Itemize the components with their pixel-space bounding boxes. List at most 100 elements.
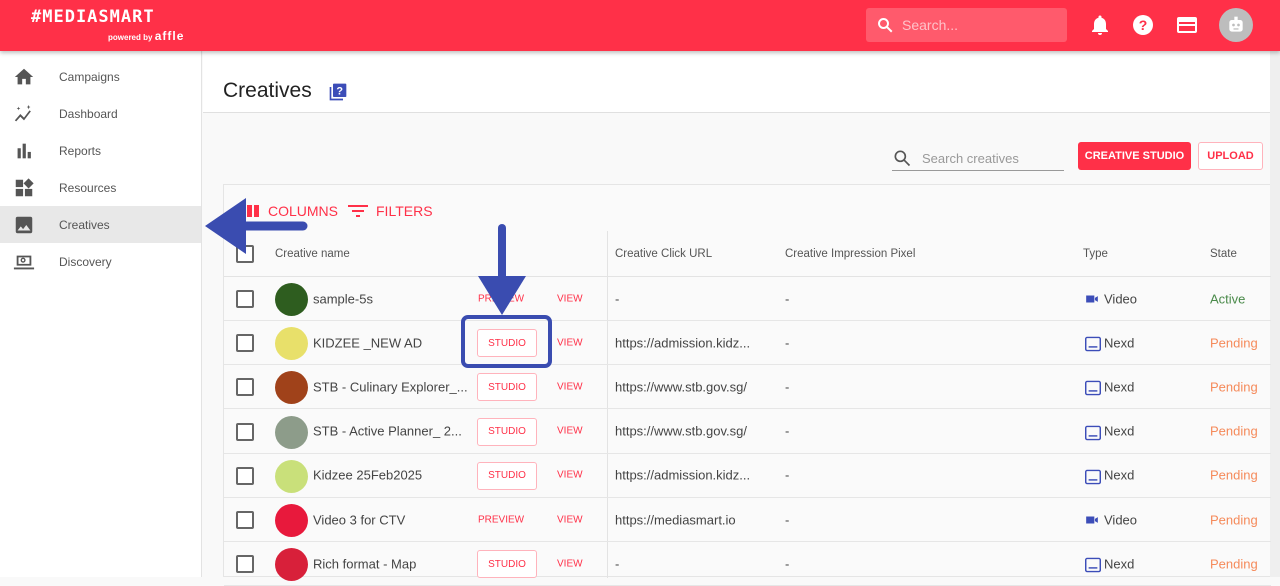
credit-card-icon[interactable] xyxy=(1175,13,1199,37)
table-row[interactable]: Kidzee 25Feb2025 STUDIO VIEW https://adm… xyxy=(224,454,1271,498)
page-header: Creatives ? xyxy=(203,51,1270,113)
svg-text:?: ? xyxy=(1139,17,1148,33)
filters-label: FILTERS xyxy=(376,203,433,219)
studio-button[interactable]: STUDIO xyxy=(477,417,537,446)
col-impression-pixel[interactable]: Creative Impression Pixel xyxy=(785,248,915,260)
creative-search[interactable] xyxy=(892,146,1064,171)
bell-icon[interactable] xyxy=(1088,13,1112,37)
impression-pixel: - xyxy=(785,423,790,439)
avatar[interactable] xyxy=(1219,8,1253,42)
display-icon xyxy=(1085,469,1101,485)
scrollbar-track[interactable] xyxy=(1270,51,1280,577)
view-link[interactable]: VIEW xyxy=(557,514,583,525)
table-row[interactable]: STB - Culinary Explorer_... STUDIO VIEW … xyxy=(224,365,1271,410)
row-checkbox[interactable] xyxy=(236,290,254,308)
impression-pixel: - xyxy=(785,379,790,395)
filters-button[interactable]: FILTERS xyxy=(348,203,433,219)
table-row[interactable]: KIDZEE _NEW AD STUDIO VIEW https://admis… xyxy=(224,321,1271,366)
click-url: https://www.stb.gov.sg/ xyxy=(615,379,747,395)
columns-label: COLUMNS xyxy=(268,203,339,219)
home-icon xyxy=(14,68,34,84)
row-checkbox[interactable] xyxy=(236,422,254,441)
creative-studio-button[interactable]: CREATIVE STUDIO xyxy=(1078,142,1191,170)
row-checkbox[interactable] xyxy=(236,555,254,574)
state-badge: Pending xyxy=(1210,556,1258,572)
col-click-url[interactable]: Creative Click URL xyxy=(615,248,712,260)
table-row[interactable]: Video 3 for CTV PREVIEW VIEW https://med… xyxy=(224,498,1271,542)
creative-name[interactable]: Rich format - Map xyxy=(313,556,416,571)
creative-type: Video xyxy=(1104,291,1138,306)
view-link[interactable]: VIEW xyxy=(557,426,583,437)
col-type[interactable]: Type xyxy=(1083,248,1108,260)
impression-pixel: - xyxy=(785,291,790,306)
creative-type: Video xyxy=(1104,512,1138,527)
col-creative-name[interactable]: Creative name xyxy=(275,248,350,260)
sidebar-item-reports[interactable]: Reports xyxy=(0,132,201,169)
global-search-input[interactable] xyxy=(902,17,1052,33)
select-all-checkbox[interactable] xyxy=(236,245,254,263)
top-header: #MEDIASMART powered by affle ? xyxy=(0,0,1280,51)
creative-name[interactable]: STB - Culinary Explorer_... xyxy=(313,379,468,394)
upload-button[interactable]: UPLOAD xyxy=(1198,142,1263,170)
preview-link[interactable]: PREVIEW xyxy=(478,293,524,304)
creative-name[interactable]: STB - Active Planner_ 2... xyxy=(313,424,462,439)
table-header: Creative name Creative Click URL Creativ… xyxy=(224,231,1271,277)
creative-type: Nexd xyxy=(1104,467,1135,483)
columns-button[interactable]: COLUMNS xyxy=(240,203,338,219)
creatives-table: COLUMNS FILTERS Creative name Creative C… xyxy=(223,184,1271,586)
col-state[interactable]: State xyxy=(1210,248,1237,260)
view-link[interactable]: VIEW xyxy=(557,558,583,569)
logo[interactable]: #MEDIASMART xyxy=(31,7,155,27)
view-link[interactable]: VIEW xyxy=(557,381,583,392)
creative-name[interactable]: sample-5s xyxy=(313,291,373,306)
click-url: https://www.stb.gov.sg/ xyxy=(615,423,747,439)
sidebar-item-resources[interactable]: Resources xyxy=(0,169,201,206)
row-checkbox[interactable] xyxy=(236,466,254,485)
table-row[interactable]: Rich format - Map STUDIO VIEW - - Nexd P… xyxy=(224,542,1271,586)
state-badge: Pending xyxy=(1210,379,1258,395)
robot-icon xyxy=(1229,16,1243,32)
creative-name[interactable]: Kidzee 25Feb2025 xyxy=(313,468,422,483)
creative-thumbnail xyxy=(275,371,308,405)
page-title: Creatives xyxy=(223,79,312,102)
filter-icon xyxy=(348,205,368,217)
studio-button[interactable]: STUDIO xyxy=(477,461,537,490)
click-url: https://mediasmart.io xyxy=(615,512,736,527)
sidebar-item-dashboard[interactable]: Dashboard xyxy=(0,95,201,132)
search-icon xyxy=(894,150,911,167)
display-icon xyxy=(1085,336,1101,352)
creative-name[interactable]: KIDZEE _NEW AD xyxy=(313,335,422,350)
image-icon xyxy=(15,216,33,233)
row-checkbox[interactable] xyxy=(236,334,254,353)
type-icon xyxy=(1084,292,1100,309)
global-search[interactable] xyxy=(866,8,1067,42)
video-camera-icon xyxy=(1086,295,1098,303)
sidebar-item-creatives[interactable]: Creatives xyxy=(0,206,201,243)
view-link[interactable]: VIEW xyxy=(557,470,583,481)
table-row[interactable]: STB - Active Planner_ 2... STUDIO VIEW h… xyxy=(224,410,1271,454)
view-link[interactable]: VIEW xyxy=(557,337,583,348)
creative-type: Nexd xyxy=(1104,379,1135,395)
view-link[interactable]: VIEW xyxy=(557,293,583,304)
row-checkbox[interactable] xyxy=(236,378,254,397)
type-icon xyxy=(1084,336,1102,355)
sidebar-item-campaigns[interactable]: Campaigns xyxy=(0,58,201,95)
creative-thumbnail xyxy=(275,548,308,582)
type-icon xyxy=(1084,469,1102,488)
sidebar-item-discovery[interactable]: Discovery xyxy=(0,243,201,280)
studio-button[interactable]: STUDIO xyxy=(477,373,537,402)
powered-by-text: powered by xyxy=(108,33,153,42)
click-url: - xyxy=(615,291,620,306)
table-row[interactable]: sample-5s PREVIEW VIEW - - Video Active xyxy=(224,277,1271,321)
laptop-search-icon xyxy=(13,255,35,269)
type-icon xyxy=(1084,513,1100,530)
help-icon[interactable]: ? xyxy=(1131,13,1155,37)
search-creatives-input[interactable] xyxy=(922,150,1062,166)
creative-name[interactable]: Video 3 for CTV xyxy=(313,512,405,527)
preview-link[interactable]: PREVIEW xyxy=(478,514,524,525)
studio-button[interactable]: STUDIO xyxy=(477,550,537,579)
help-book-icon[interactable]: ? xyxy=(328,82,348,102)
row-checkbox[interactable] xyxy=(236,511,254,529)
sidebar-item-label: Resources xyxy=(59,180,117,195)
studio-button[interactable]: STUDIO xyxy=(477,329,537,358)
